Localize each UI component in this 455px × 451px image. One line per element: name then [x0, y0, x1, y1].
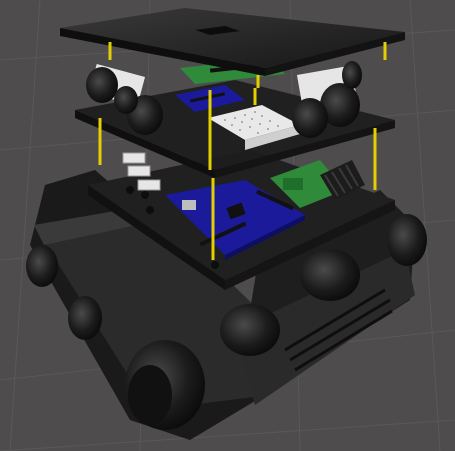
usb-port	[182, 200, 196, 210]
ultrasonic-transducer-right-b	[292, 98, 328, 138]
render-viewport	[0, 0, 455, 451]
wheel-front-left	[26, 245, 58, 287]
motor-driver-terminal	[283, 178, 303, 190]
wheel-center	[220, 304, 280, 356]
wheel-right-front	[387, 214, 427, 266]
wheel-mid-left	[68, 296, 102, 340]
ultrasonic-transducer-left-a	[86, 67, 118, 103]
wheel-rear-left-hub	[128, 365, 172, 425]
wheel-right-inner	[300, 249, 360, 301]
robot-render	[0, 0, 455, 451]
